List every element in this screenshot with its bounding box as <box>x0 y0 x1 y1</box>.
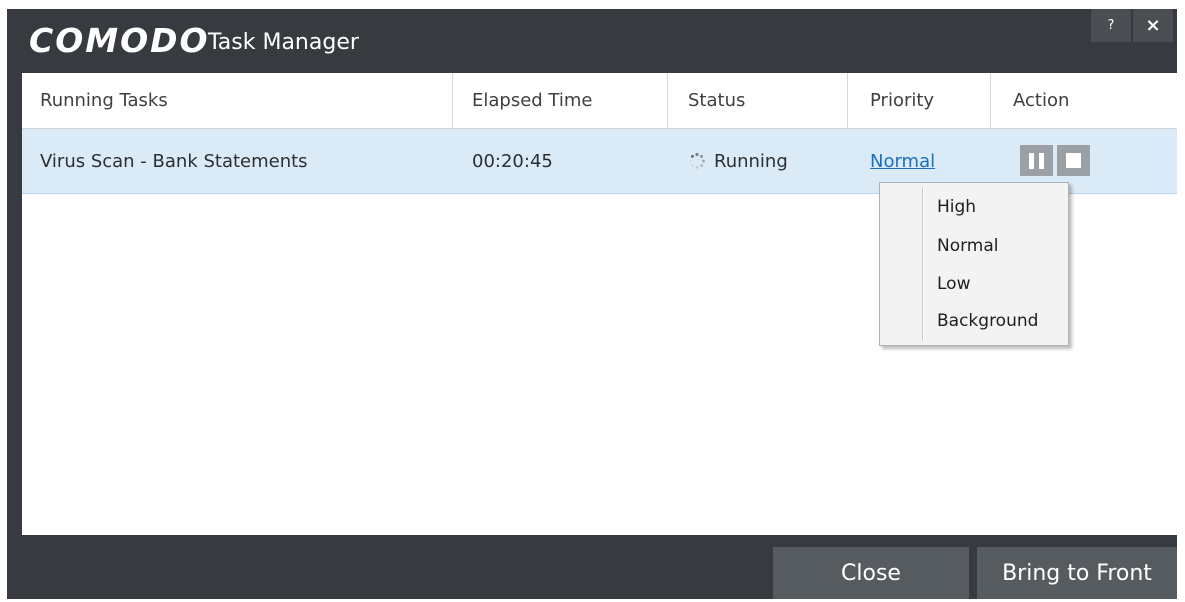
title-bar: COMODO Task Manager ? × <box>7 9 1177 73</box>
pause-icon <box>1029 152 1044 169</box>
task-table: Running Tasks Elapsed Time Status Priori… <box>22 73 1177 535</box>
window-close-button[interactable]: × <box>1133 9 1173 42</box>
pause-button[interactable] <box>1020 145 1053 176</box>
status-cell: Running <box>688 129 788 193</box>
menu-item-normal[interactable]: Normal <box>937 228 999 264</box>
spinner-icon <box>688 152 706 170</box>
close-button[interactable]: Close <box>773 547 969 599</box>
column-header-status[interactable]: Status <box>668 73 848 128</box>
table-header: Running Tasks Elapsed Time Status Priori… <box>22 73 1177 129</box>
window-title: Task Manager <box>208 30 359 55</box>
column-header-elapsed-time[interactable]: Elapsed Time <box>453 73 668 128</box>
menu-item-background[interactable]: Background <box>937 303 1038 339</box>
column-header-running-tasks[interactable]: Running Tasks <box>22 73 453 128</box>
status-text: Running <box>714 150 788 172</box>
menu-item-low[interactable]: Low <box>937 266 970 302</box>
help-button[interactable]: ? <box>1091 9 1131 42</box>
footer-bar: Close Bring to Front <box>7 535 1177 599</box>
column-header-action[interactable]: Action <box>991 73 1177 128</box>
stop-icon <box>1066 153 1081 168</box>
elapsed-time: 00:20:45 <box>472 150 553 172</box>
menu-item-high[interactable]: High <box>937 189 976 225</box>
comodo-logo: COMODO <box>29 21 210 60</box>
task-name: Virus Scan - Bank Statements <box>40 150 308 172</box>
bring-to-front-button[interactable]: Bring to Front <box>977 547 1177 599</box>
priority-link[interactable]: Normal <box>870 151 935 172</box>
column-header-priority[interactable]: Priority <box>848 73 991 128</box>
menu-gutter-divider <box>922 187 924 341</box>
stop-button[interactable] <box>1057 145 1090 176</box>
task-manager-window: COMODO Task Manager ? × Running Tasks El… <box>7 9 1177 599</box>
priority-dropdown-menu: High Normal Low Background <box>879 182 1069 346</box>
